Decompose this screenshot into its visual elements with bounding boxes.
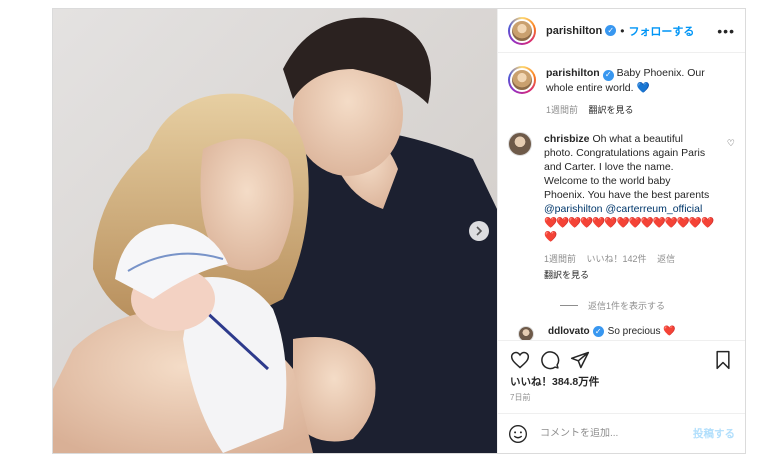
- comment-likes[interactable]: いいね！142件: [587, 254, 647, 264]
- photo-illustration: [53, 9, 497, 453]
- post-time[interactable]: 7日前: [510, 392, 530, 403]
- mention-link[interactable]: @parishilton: [544, 203, 603, 215]
- post-header: parishilton ✓ • フォローする •••: [498, 9, 745, 53]
- post-comment-button[interactable]: 投稿する: [693, 426, 735, 441]
- comment-translate-link[interactable]: 翻訳を見る: [544, 270, 589, 280]
- bookmark-icon[interactable]: [713, 350, 733, 370]
- comment-avatar[interactable]: [508, 131, 532, 156]
- verified-badge-icon: ✓: [602, 69, 614, 81]
- comment-reply-button[interactable]: 返信: [657, 254, 675, 264]
- view-replies-button[interactable]: 返信1件を表示する: [560, 299, 735, 312]
- list-item: chrisbize Oh what a beautiful photo. Con…: [508, 131, 735, 281]
- caption-username[interactable]: parishilton: [546, 67, 600, 79]
- comment-like-icon[interactable]: ♡: [727, 138, 735, 149]
- caption-translate-link[interactable]: 翻訳を見る: [589, 105, 634, 115]
- mention-link[interactable]: @carterreum_official: [605, 203, 702, 215]
- comment-hearts: ❤️❤️❤️❤️❤️❤️❤️❤️❤️❤️❤️❤️❤️❤️❤️: [544, 216, 714, 243]
- add-comment-bar: 投稿する: [498, 413, 745, 453]
- separator-dot: •: [620, 23, 625, 38]
- comment-avatar[interactable]: [518, 325, 534, 340]
- view-replies-label: 返信1件を表示する: [588, 300, 666, 311]
- comment-input[interactable]: [540, 428, 690, 439]
- comment-text: So precious ❤️: [607, 325, 676, 337]
- next-photo-button[interactable]: [469, 221, 489, 241]
- more-options-icon[interactable]: •••: [717, 23, 735, 39]
- comment-username[interactable]: chrisbize: [544, 133, 590, 145]
- post-photo[interactable]: [53, 9, 497, 453]
- chevron-right-icon: [476, 226, 483, 236]
- comments-list[interactable]: parishilton ✓ Baby Phoenix. Our whole ent…: [498, 54, 745, 340]
- verified-badge-icon: ✓: [605, 25, 617, 36]
- caption-avatar[interactable]: [508, 66, 536, 94]
- post-sidebar: parishilton ✓ • フォローする ••• parishilton ✓ …: [497, 9, 745, 453]
- instagram-post: parishilton ✓ • フォローする ••• parishilton ✓ …: [52, 8, 746, 454]
- comment-time[interactable]: 1週間前: [544, 254, 576, 264]
- likes-count[interactable]: いいね！384.8万件: [510, 374, 599, 389]
- caption: parishilton ✓ Baby Phoenix. Our whole ent…: [508, 66, 735, 116]
- header-username[interactable]: parishilton: [546, 25, 602, 37]
- replies-line: [560, 304, 578, 306]
- comment-username[interactable]: ddlovato: [548, 326, 590, 341]
- share-icon[interactable]: [570, 350, 590, 370]
- heart-icon[interactable]: [510, 350, 530, 370]
- avatar[interactable]: [508, 16, 536, 45]
- comment-icon[interactable]: [540, 350, 560, 370]
- emoji-icon[interactable]: [508, 424, 528, 444]
- caption-time[interactable]: 1週間前: [546, 105, 578, 115]
- follow-button[interactable]: フォローする: [628, 23, 694, 39]
- verified-badge-icon: ✓: [592, 325, 604, 337]
- action-bar: [498, 340, 745, 374]
- list-item: ddlovato ✓ So precious ❤️: [508, 325, 735, 341]
